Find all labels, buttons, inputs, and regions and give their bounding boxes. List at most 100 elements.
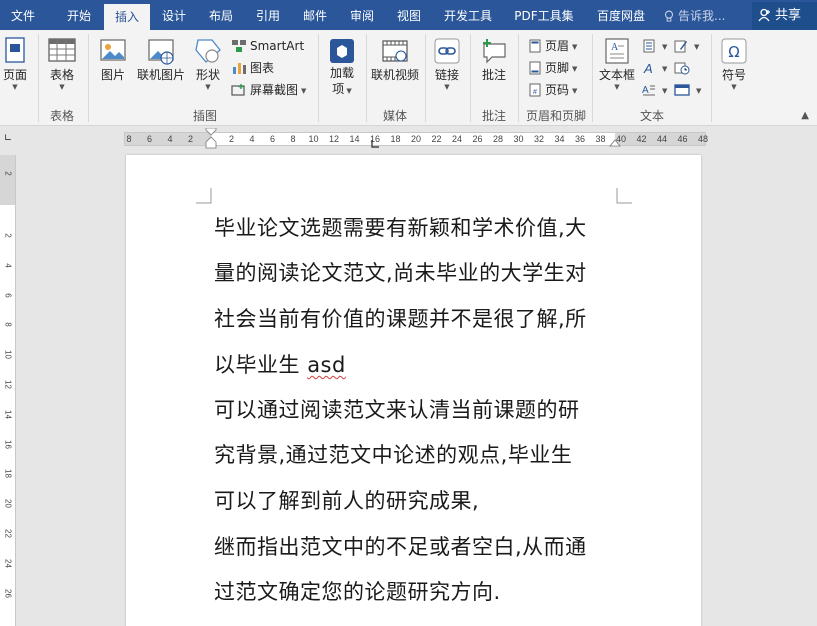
paragraph-line[interactable]: 毕业论文选题需要有新颖和学术价值,大 bbox=[214, 216, 587, 240]
comment-icon bbox=[483, 39, 506, 64]
screenshot-label: 屏幕截图 bbox=[250, 83, 299, 97]
textbox-icon: A bbox=[605, 38, 629, 64]
table-button[interactable]: 表格 ▼ bbox=[44, 36, 80, 91]
tab-layout[interactable]: 布局 bbox=[200, 0, 242, 30]
tell-me-box[interactable]: 告诉我... bbox=[664, 0, 725, 30]
header-button[interactable]: 页眉 ▼ bbox=[528, 36, 577, 56]
shapes-button[interactable]: 形状 ▼ bbox=[190, 36, 226, 91]
tab-review[interactable]: 审阅 bbox=[341, 0, 383, 30]
group-label-illustrations: 插图 bbox=[192, 109, 217, 123]
tab-pdf-tools[interactable]: PDF工具集 bbox=[506, 0, 582, 30]
misspelled-word[interactable]: asd bbox=[307, 353, 346, 377]
addins-label-2: 项 bbox=[332, 82, 345, 96]
picture-button[interactable]: 图片 bbox=[95, 36, 131, 83]
chevron-down-icon: ▼ bbox=[572, 87, 578, 95]
tab-selector[interactable]: ∟ bbox=[0, 133, 16, 147]
smartart-icon bbox=[232, 40, 246, 52]
chevron-down-icon: ▼ bbox=[12, 83, 18, 91]
signature-line-button[interactable]: ▼ bbox=[674, 36, 699, 56]
paragraph-line[interactable]: 过范文确定您的论题研究方向. bbox=[214, 580, 501, 604]
comment-button[interactable]: 批注 bbox=[474, 36, 514, 83]
person-icon bbox=[758, 8, 770, 22]
ruler-number: 16 bbox=[3, 439, 13, 449]
addins-button[interactable]: 加载 项 ▼ bbox=[322, 36, 362, 97]
ruler-number: 38 bbox=[595, 134, 606, 144]
group-divider bbox=[592, 34, 593, 122]
ruler-number: 24 bbox=[3, 558, 13, 568]
chart-button[interactable]: 图表 bbox=[231, 58, 274, 78]
ruler-number: 4 bbox=[3, 263, 13, 268]
link-button[interactable]: 链接 ▼ bbox=[429, 36, 465, 91]
ruler-number: 8 bbox=[290, 134, 296, 144]
ruler-number: 20 bbox=[3, 499, 13, 509]
paragraph-line[interactable]: 量的阅读论文范文,尚未毕业的大学生对 bbox=[214, 261, 587, 285]
paragraph-line[interactable]: 继而指出范文中的不足或者空白,从而通 bbox=[214, 535, 587, 559]
quick-parts-button[interactable]: ▼ bbox=[642, 36, 667, 56]
footer-button[interactable]: 页脚 ▼ bbox=[528, 58, 577, 78]
ruler-number: 42 bbox=[636, 134, 647, 144]
ruler-number: 12 bbox=[3, 380, 13, 389]
footer-label: 页脚 bbox=[545, 61, 570, 75]
wordart-button[interactable]: A ▼ bbox=[642, 58, 667, 78]
omega-icon: Ω bbox=[721, 38, 747, 64]
tab-references[interactable]: 引用 bbox=[247, 0, 289, 30]
right-indent-marker-icon[interactable] bbox=[609, 137, 621, 147]
symbol-button[interactable]: Ω 符号 ▼ bbox=[716, 36, 752, 91]
tab-baidu-netdisk[interactable]: 百度网盘 bbox=[588, 0, 654, 30]
tab-file[interactable]: 文件 bbox=[4, 0, 42, 30]
textbox-button[interactable]: A 文本框 ▼ bbox=[596, 36, 638, 91]
ruler-number: 8 bbox=[3, 322, 13, 328]
chevron-down-icon: ▼ bbox=[344, 87, 352, 95]
tab-home[interactable]: 开始 bbox=[58, 0, 100, 30]
header-label: 页眉 bbox=[545, 39, 570, 53]
ruler-number: 26 bbox=[472, 134, 483, 144]
vertical-ruler[interactable]: 2 2 4 6 8 10 12 14 16 18 20 22 24 26 bbox=[0, 155, 16, 626]
ruler-number: 2 bbox=[3, 171, 13, 176]
group-label-table: 表格 bbox=[49, 109, 74, 123]
paragraph-line[interactable]: 以毕业生 asd bbox=[214, 353, 346, 377]
smartart-button[interactable]: SmartArt bbox=[231, 36, 304, 56]
picture-icon bbox=[100, 39, 126, 61]
tab-design[interactable]: 设计 bbox=[154, 0, 194, 30]
document-page[interactable]: 毕业论文选题需要有新颖和学术价值,大 量的阅读论文范文,尚未毕业的大学生对 社会… bbox=[126, 155, 701, 626]
object-button[interactable]: ▼ bbox=[674, 80, 701, 100]
pages-button[interactable]: 页面 ▼ bbox=[0, 36, 30, 91]
ruler-number: 2 bbox=[228, 134, 234, 144]
footer-icon bbox=[529, 61, 541, 75]
indent-marker-icon[interactable] bbox=[205, 128, 217, 152]
tab-mailings[interactable]: 邮件 bbox=[294, 0, 336, 30]
paragraph-line[interactable]: 可以了解到前人的研究成果, bbox=[214, 489, 479, 513]
ruler-number: 2 bbox=[3, 233, 13, 238]
svg-text:A: A bbox=[642, 85, 649, 96]
share-button[interactable]: 共享 bbox=[752, 2, 817, 30]
horizontal-ruler[interactable]: 8 6 4 2 2 4 6 8 10 12 14 16 18 20 22 24 26 28 30 32 34 36 38 40… bbox=[124, 128, 708, 149]
paragraph-line[interactable]: 究背景,通过范文中论述的观点,毕业生 bbox=[214, 443, 572, 467]
online-video-button[interactable]: 联机视频 bbox=[368, 36, 422, 83]
drop-cap-icon: A bbox=[642, 85, 655, 96]
tab-stop-icon[interactable] bbox=[370, 140, 380, 150]
tab-developer[interactable]: 开发工具 bbox=[436, 0, 500, 30]
chevron-down-icon: ▼ bbox=[444, 83, 450, 91]
svg-text:Ω: Ω bbox=[728, 43, 739, 61]
paragraph-line[interactable]: 可以通过阅读范文来认清当前课题的研 bbox=[214, 398, 580, 422]
collapse-ribbon-icon[interactable]: ▲ bbox=[801, 110, 809, 121]
ruler-number: 6 bbox=[269, 134, 275, 144]
group-divider bbox=[88, 34, 89, 122]
ruler-number: 22 bbox=[3, 529, 13, 538]
online-picture-icon bbox=[148, 39, 174, 65]
paragraph-line[interactable]: 社会当前有价值的课题并不是很了解,所 bbox=[214, 307, 587, 331]
chart-icon bbox=[233, 63, 246, 74]
tab-view[interactable]: 视图 bbox=[388, 0, 430, 30]
ribbon-tab-bar: 文件 开始 插入 设计 布局 引用 邮件 审阅 视图 开发工具 PDF工具集 百… bbox=[0, 0, 817, 30]
tab-insert[interactable]: 插入 bbox=[104, 4, 150, 30]
calendar-icon bbox=[674, 62, 690, 75]
drop-cap-button[interactable]: A ▼ bbox=[642, 80, 667, 100]
date-time-button[interactable] bbox=[674, 58, 693, 78]
page-number-button[interactable]: # 页码 ▼ bbox=[528, 80, 577, 100]
screenshot-button[interactable]: 屏幕截图 ▼ bbox=[231, 80, 306, 100]
chevron-down-icon: ▼ bbox=[696, 87, 702, 95]
group-divider bbox=[366, 34, 367, 122]
svg-text:A: A bbox=[611, 42, 619, 53]
group-label-media: 媒体 bbox=[382, 109, 407, 123]
online-pictures-button[interactable]: 联机图片 bbox=[134, 36, 188, 83]
